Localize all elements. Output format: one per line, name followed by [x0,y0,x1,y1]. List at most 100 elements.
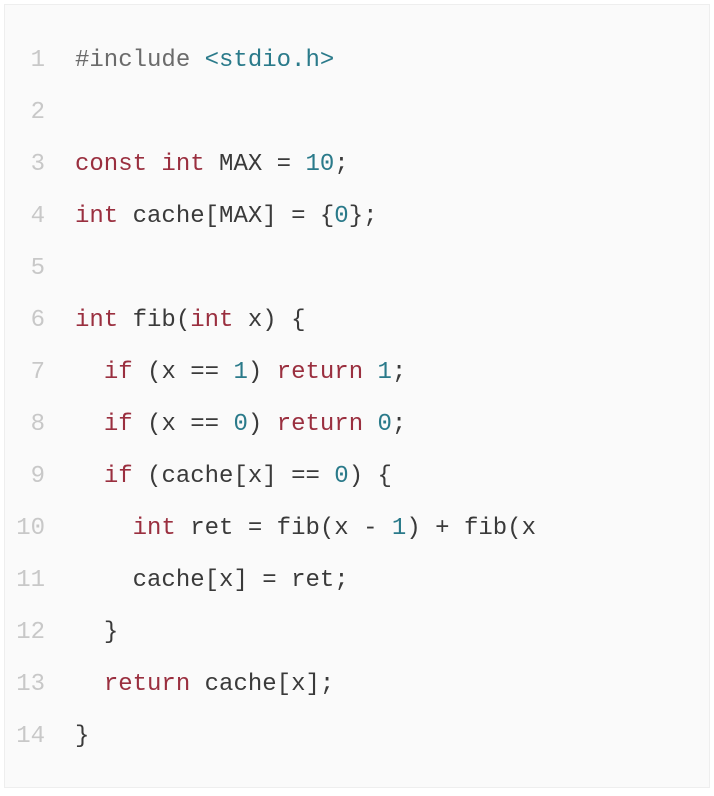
code-token [190,671,204,698]
code-token: == [190,411,219,438]
code-token: <stdio.h> [205,47,335,74]
code-line: 5 [5,243,709,295]
code-token [305,203,319,230]
code-token: int [190,307,233,334]
line-number: 7 [5,347,75,399]
code-line: 4int cache[MAX] = {0}; [5,191,709,243]
line-number: 3 [5,139,75,191]
code-line: 7 if (x == 1) return 1; [5,347,709,399]
code-token: ] [305,671,319,698]
code-token: [ [205,567,219,594]
code-token [320,463,334,490]
code-token [363,411,377,438]
code-token: x [248,307,262,334]
code-token [75,411,104,438]
code-token: ] [262,463,276,490]
code-token [75,619,104,646]
code-token: fib [133,307,176,334]
code-token: ] [233,567,247,594]
code-token: = [262,567,276,594]
code-token [277,463,291,490]
code-token: ( [147,359,161,386]
line-number: 14 [5,711,75,763]
code-token: int [75,307,118,334]
line-content: #include <stdio.h> [75,35,709,87]
code-token: ( [147,411,161,438]
code-token: 10 [305,151,334,178]
code-token: ; [334,151,348,178]
code-line: 6int fib(int x) { [5,295,709,347]
code-token [75,671,104,698]
code-token [176,411,190,438]
code-token: ( [176,307,190,334]
code-token: 0 [334,203,348,230]
code-token: if [104,463,133,490]
code-token: 0 [378,411,392,438]
code-line: 12 } [5,607,709,659]
code-token [219,359,233,386]
code-token: 1 [378,359,392,386]
code-token: 1 [392,515,406,542]
code-token [75,463,104,490]
code-token: 1 [233,359,247,386]
code-token [378,515,392,542]
code-token: = [277,151,291,178]
code-token: } [349,203,363,230]
code-token [118,203,132,230]
code-token [421,515,435,542]
code-token: 0 [233,411,247,438]
line-content: int cache[MAX] = {0}; [75,191,709,243]
code-token [147,151,161,178]
code-line: 14} [5,711,709,763]
code-token: MAX [219,203,262,230]
code-token: ] [262,203,276,230]
code-token: x [522,515,536,542]
code-line: 10 int ret = fib(x - 1) + fib(x [5,503,709,555]
code-token: { [378,463,392,490]
code-token: 0 [334,463,348,490]
line-content: return cache[x]; [75,659,709,711]
code-token: x [161,359,175,386]
code-line: 1#include <stdio.h> [5,35,709,87]
code-token: cache [133,567,205,594]
code-token: x [161,411,175,438]
code-token: ( [320,515,334,542]
code-line: 11 cache[x] = ret; [5,555,709,607]
line-number: 13 [5,659,75,711]
code-token: ) [262,307,276,334]
code-token: x [291,671,305,698]
line-content: if (x == 0) return 0; [75,399,709,451]
line-content: if (x == 1) return 1; [75,347,709,399]
code-token [133,411,147,438]
code-token: MAX [219,151,262,178]
code-token: ret [291,567,334,594]
code-token: if [104,411,133,438]
code-line: 13 return cache[x]; [5,659,709,711]
code-token: ( [507,515,521,542]
code-token [205,151,219,178]
code-token [363,463,377,490]
line-number: 8 [5,399,75,451]
code-token: } [104,619,118,646]
code-token [75,515,133,542]
code-token [233,307,247,334]
code-line: 2 [5,87,709,139]
code-token [133,463,147,490]
code-token [190,47,204,74]
code-token [75,567,133,594]
code-token: ret [190,515,233,542]
code-token: int [161,151,204,178]
code-token: { [291,307,305,334]
code-token: ) [349,463,363,490]
code-token [277,307,291,334]
code-token: ; [392,359,406,386]
line-number: 5 [5,243,75,295]
code-token: if [104,359,133,386]
code-token: const [75,151,147,178]
code-token: #include [75,47,190,74]
code-line: 9 if (cache[x] == 0) { [5,451,709,503]
code-token: } [75,723,89,750]
code-token: ) [406,515,420,542]
code-token: ; [334,567,348,594]
line-content: cache[x] = ret; [75,555,709,607]
